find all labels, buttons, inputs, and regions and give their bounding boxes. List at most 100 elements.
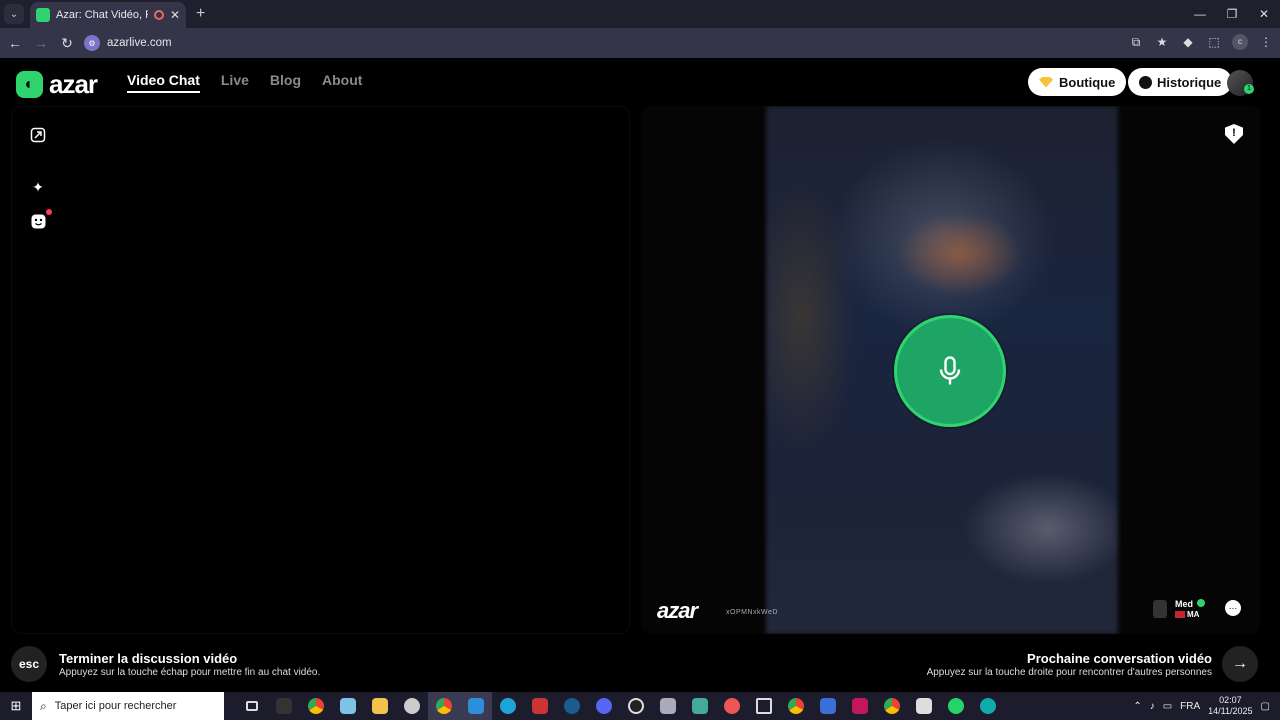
next-chat-title: Prochaine conversation vidéo (1027, 651, 1212, 666)
chat-bubble-icon[interactable]: … (1225, 600, 1241, 616)
boutique-button[interactable]: Boutique (1028, 68, 1127, 96)
taskbar-search-text: Taper ici pour rechercher (54, 700, 177, 712)
recording-indicator-icon (153, 10, 164, 20)
country-flag-icon (1175, 611, 1185, 618)
store-icon[interactable] (908, 692, 940, 720)
clock-icon (1139, 75, 1152, 89)
taskbar-search[interactable]: ⌕ Taper ici pour rechercher (32, 692, 224, 720)
extensions-puzzle-icon[interactable]: ⬚ (1206, 35, 1222, 49)
app-icon-blue[interactable] (332, 692, 364, 720)
peer-avatar[interactable] (1153, 600, 1167, 618)
tab-search-button[interactable]: ⌄ (4, 4, 24, 24)
app-icon-active[interactable] (460, 692, 492, 720)
browser-tab[interactable]: Azar: Chat Vidéo, Rencontr ✕ (30, 2, 186, 28)
system-tray: ⌃ ♪ ▭ FRA 02:07 14/11/2025 ▢ (1133, 692, 1280, 720)
browser-tab-strip: ⌄ Azar: Chat Vidéo, Rencontr ✕ + — ❐ ✕ (0, 0, 1280, 28)
user-notification-badge: 1 (1244, 84, 1254, 94)
call-footer: esc Terminer la discussion vidéo Appuyez… (0, 634, 1280, 692)
nav-live[interactable]: Live (221, 72, 249, 93)
chrome-third-icon[interactable] (876, 692, 908, 720)
install-app-icon[interactable]: ⧉ (1128, 35, 1144, 50)
new-filter-dot (46, 209, 52, 215)
clock-date: 14/11/2025 (1208, 706, 1253, 716)
chrome-active-icon[interactable] (428, 692, 460, 720)
notification-icon[interactable]: ▢ (1261, 701, 1270, 712)
forward-button[interactable]: → (30, 35, 52, 51)
network-icon[interactable]: ▭ (1163, 701, 1172, 712)
close-window-button[interactable]: ✕ (1248, 0, 1280, 28)
app-icon-orange[interactable] (716, 692, 748, 720)
main-nav: Video Chat Live Blog About (127, 72, 362, 93)
boutique-label: Boutique (1059, 74, 1116, 90)
app-icon-red[interactable] (524, 692, 556, 720)
microphone-icon (939, 356, 961, 385)
windows-start-icon[interactable]: ⊞ (0, 698, 32, 714)
app-icon-gray[interactable] (652, 692, 684, 720)
next-chat-hint: Appuyez sur la touche droite pour rencon… (926, 667, 1212, 678)
steam-icon[interactable] (556, 692, 588, 720)
site-header: ◐ azar Video Chat Live Blog About Boutiq… (0, 58, 1280, 106)
whatsapp-icon[interactable] (940, 692, 972, 720)
bookmark-star-icon[interactable]: ★ (1154, 35, 1170, 49)
extension-icon[interactable]: ◆ (1180, 35, 1196, 49)
end-chat-hint: Appuyez sur la touche échap pour mettre … (59, 667, 321, 678)
peer-name: Med (1175, 599, 1193, 609)
nav-about[interactable]: About (322, 72, 362, 93)
windows-taskbar: ⊞ ⌕ Taper ici pour rechercher ⌃ ♪ ▭ FRA (0, 692, 1280, 720)
tray-chevron-icon[interactable]: ⌃ (1133, 701, 1141, 712)
local-video-panel: ✦ (11, 106, 630, 634)
expand-icon[interactable] (29, 126, 47, 144)
sparkle-icon[interactable]: ✦ (29, 178, 47, 196)
azar-logo[interactable]: ◐ azar (16, 69, 98, 100)
nav-blog[interactable]: Blog (270, 72, 301, 93)
window-controls: — ❐ ✕ (1184, 0, 1280, 28)
report-shield-icon[interactable]: ! (1225, 124, 1243, 144)
epic-games-icon[interactable] (268, 692, 300, 720)
arrow-right-icon: → (1232, 655, 1248, 672)
logo-text: azar (49, 69, 98, 99)
task-view-icon[interactable] (236, 692, 268, 720)
minimize-button[interactable]: — (1184, 0, 1216, 28)
app-icon-shield[interactable] (396, 692, 428, 720)
obs-icon[interactable] (620, 692, 652, 720)
reload-button[interactable]: ↻ (56, 35, 78, 52)
discord-icon[interactable] (588, 692, 620, 720)
microphone-button[interactable] (894, 315, 1006, 427)
input-language[interactable]: FRA (1180, 701, 1200, 712)
azar-logo-icon: ◐ (16, 71, 43, 98)
browser-menu-icon[interactable]: ⋮ (1258, 35, 1274, 49)
tab-title: Azar: Chat Vidéo, Rencontr (56, 9, 148, 21)
new-tab-button[interactable]: + (196, 5, 205, 23)
end-chat-title: Terminer la discussion vidéo (59, 651, 238, 666)
app-icon-azure[interactable] (812, 692, 844, 720)
maximize-button[interactable]: ❐ (1216, 0, 1248, 28)
tab-close-icon[interactable]: ✕ (170, 8, 180, 22)
watermark-id: xOPMNxkWeD (726, 609, 778, 616)
toolbar-actions: ⧉ ★ ◆ ⬚ c ⋮ (1128, 34, 1274, 50)
profile-avatar[interactable]: c (1232, 34, 1248, 50)
browser-toolbar: ← → ↻ ⚙ azarlive.com ⧉ ★ ◆ ⬚ c ⋮ (0, 28, 1280, 58)
taskbar-clock[interactable]: 02:07 14/11/2025 (1208, 695, 1252, 717)
calculator-icon[interactable] (684, 692, 716, 720)
taskbar-apps (236, 692, 1004, 720)
face-filter-icon[interactable] (29, 212, 47, 230)
diamond-icon (1039, 76, 1053, 88)
peer-country: MA (1187, 610, 1200, 619)
esc-button[interactable]: esc (11, 646, 47, 682)
chrome-alt-icon[interactable] (780, 692, 812, 720)
edge-icon[interactable] (492, 692, 524, 720)
app-icon-teal[interactable] (972, 692, 1004, 720)
chrome-icon[interactable] (300, 692, 332, 720)
nav-video-chat[interactable]: Video Chat (127, 72, 200, 93)
historique-button[interactable]: Historique (1128, 68, 1233, 96)
azar-favicon-icon (36, 8, 50, 22)
file-explorer-icon[interactable] (364, 692, 396, 720)
address-bar[interactable]: ⚙ azarlive.com (80, 31, 1090, 55)
app-icon-tray[interactable] (748, 692, 780, 720)
site-info-icon[interactable]: ⚙ (84, 35, 100, 51)
next-button[interactable]: → (1222, 646, 1258, 682)
back-button[interactable]: ← (4, 35, 26, 51)
volume-icon[interactable]: ♪ (1150, 701, 1155, 712)
azar-watermark: azar (657, 598, 698, 623)
app-icon-pink[interactable] (844, 692, 876, 720)
